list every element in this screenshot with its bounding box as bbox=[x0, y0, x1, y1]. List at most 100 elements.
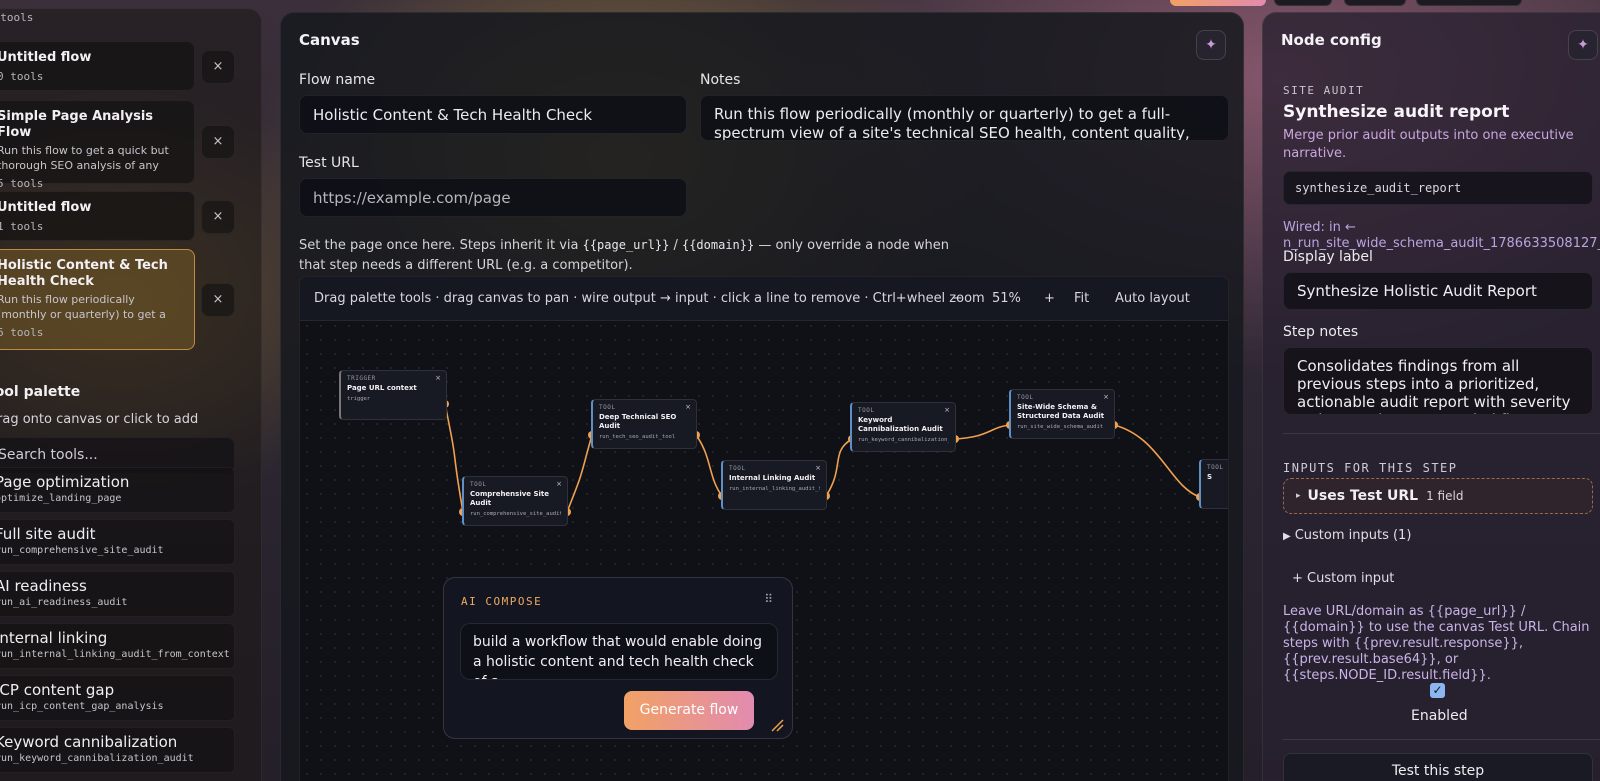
flow-node-trigger[interactable]: TRIGGER Page URL context trigger × bbox=[339, 370, 447, 420]
wire bbox=[825, 438, 853, 497]
flow-item[interactable]: Untitled flow 1 tools bbox=[0, 191, 195, 241]
flow-title: Simple Page Analysis Flow bbox=[0, 109, 154, 140]
node-title: Comprehensive Site Audit bbox=[470, 490, 550, 507]
wire bbox=[954, 424, 1011, 440]
node-title: Internal Linking Audit bbox=[729, 474, 816, 482]
flow-item-active[interactable]: Holistic Content & Tech Health Check Run… bbox=[0, 249, 195, 350]
palette-tool[interactable]: ICP content gap run_icp_content_gap_anal… bbox=[0, 675, 235, 721]
flow-node[interactable]: TOOL Deep Technical SEO Audit run_tech_s… bbox=[591, 399, 697, 449]
tool-key-field: synthesize_audit_report bbox=[1283, 171, 1593, 205]
step-notes-textarea[interactable]: Consolidates findings from all previous … bbox=[1283, 347, 1593, 415]
step-notes-label: Step notes bbox=[1283, 324, 1359, 340]
node-close-icon[interactable]: × bbox=[944, 406, 950, 414]
add-custom-input-button[interactable]: + Custom input bbox=[1292, 571, 1394, 586]
node-kind: TOOL bbox=[470, 481, 487, 488]
display-label-input[interactable]: Synthesize Holistic Audit Report bbox=[1283, 272, 1593, 310]
palette-tool-name: ICP content gap bbox=[0, 681, 115, 699]
test-step-button[interactable]: Test this step bbox=[1283, 753, 1593, 781]
node-id: run_keyword_cannibalization_au... bbox=[858, 437, 949, 443]
wire bbox=[695, 434, 723, 497]
display-label-label: Display label bbox=[1283, 249, 1373, 265]
flow-title: Untitled flow bbox=[0, 200, 92, 215]
wired-info: Wired: in ← n_run_site_wide_schema_audit… bbox=[1283, 220, 1600, 251]
sparkle-icon[interactable]: ✦ bbox=[1568, 30, 1598, 60]
drag-handle-icon[interactable]: ⠿ bbox=[764, 592, 773, 606]
node-config-title: Node config bbox=[1281, 31, 1382, 49]
variables-note: Leave URL/domain as {{page_url}} / {{dom… bbox=[1283, 604, 1590, 683]
flow-tool-count: 6 tools bbox=[0, 326, 44, 339]
palette-tool[interactable]: Keyword cannibalization run_keyword_cann… bbox=[0, 727, 235, 773]
node-title: Site-Wide Schema & Structured Data Audit bbox=[1017, 403, 1105, 420]
top-button-1[interactable] bbox=[1274, 0, 1332, 6]
flow-name-input[interactable]: Holistic Content & Tech Health Check bbox=[299, 95, 687, 134]
test-url-label: Test URL bbox=[299, 155, 359, 171]
canvas-title: Canvas bbox=[299, 31, 360, 49]
palette-tool-key: run_internal_linking_audit_from_context bbox=[0, 649, 230, 660]
page-url-token: {{page_url}} bbox=[582, 238, 670, 252]
flow-node[interactable]: TOOL Site-Wide Schema & Structured Data … bbox=[1009, 389, 1115, 439]
flow-description: Run this flow periodically (monthly or q… bbox=[0, 293, 166, 321]
flow-node[interactable]: TOOL Comprehensive Site Audit run_compre… bbox=[462, 476, 568, 526]
remove-flow-button[interactable]: × bbox=[201, 283, 235, 317]
flow-tool-count: 1 tools bbox=[0, 11, 34, 24]
flow-name-label: Flow name bbox=[299, 72, 376, 88]
notes-label: Notes bbox=[700, 72, 741, 88]
flow-node[interactable]: TOOL Keyword Cannibalization Audit run_k… bbox=[850, 402, 956, 452]
node-close-icon[interactable]: × bbox=[435, 374, 441, 382]
flow-node[interactable]: TOOL Internal Linking Audit run_internal… bbox=[721, 460, 827, 510]
node-title: Page URL context bbox=[347, 384, 417, 392]
top-button-2[interactable] bbox=[1344, 0, 1406, 6]
palette-tool[interactable]: Page optimization optimize_landing_page bbox=[0, 467, 235, 513]
flow-node[interactable]: TOOL S bbox=[1199, 459, 1228, 509]
notes-textarea[interactable]: Run this flow periodically (monthly or q… bbox=[700, 95, 1229, 141]
top-accent-button[interactable] bbox=[1170, 0, 1266, 6]
node-close-icon[interactable]: × bbox=[685, 403, 691, 411]
flow-graph-canvas[interactable]: Drag palette tools · drag canvas to pan … bbox=[299, 276, 1229, 781]
enabled-label: Enabled bbox=[1411, 708, 1468, 724]
flow-item[interactable]: Simple Page Analysis Flow Run this flow … bbox=[0, 100, 195, 190]
flow-description: Run this flow to get a quick but thoroug… bbox=[0, 144, 169, 172]
remove-flow-button[interactable]: × bbox=[201, 50, 235, 84]
node-close-icon[interactable]: × bbox=[556, 480, 562, 488]
flow-item[interactable]: Untitled flow 0 tools bbox=[0, 41, 195, 91]
palette-tool[interactable]: Internal linking run_internal_linking_au… bbox=[0, 623, 235, 669]
generate-flow-button[interactable]: Generate flow bbox=[624, 691, 754, 730]
remove-flow-button[interactable]: × bbox=[201, 125, 235, 159]
enabled-checkbox[interactable]: ✓ bbox=[1430, 683, 1445, 698]
palette-tool[interactable]: AI readiness run_ai_readiness_audit bbox=[0, 571, 235, 617]
node-kind: TRIGGER bbox=[347, 375, 376, 382]
custom-inputs-toggle[interactable]: ▶ Custom inputs (1) bbox=[1283, 528, 1411, 543]
node-id: run_comprehensive_site_audit bbox=[470, 511, 561, 517]
palette-tool-key: run_ai_readiness_audit bbox=[0, 597, 128, 608]
helper-text: Set the page once here. Steps inherit it… bbox=[299, 238, 583, 253]
ai-compose-panel: AI COMPOSE ⠿ build a workflow that would… bbox=[443, 577, 793, 739]
uses-test-url-label: Uses Test URL bbox=[1307, 488, 1419, 504]
node-kind: TOOL bbox=[599, 404, 616, 411]
sparkle-icon[interactable]: ✦ bbox=[1196, 30, 1226, 60]
tool-palette-title: Tool palette bbox=[0, 384, 81, 400]
caret-right-icon: ▶ bbox=[1283, 531, 1291, 542]
node-close-icon[interactable]: × bbox=[1103, 393, 1109, 401]
uses-test-url-toggle[interactable]: ▸ Uses Test URL 1 field bbox=[1283, 478, 1593, 514]
node-title: S bbox=[1207, 473, 1213, 481]
compose-prompt-textarea[interactable]: build a workflow that would enable doing… bbox=[460, 623, 778, 680]
test-url-input[interactable]: https://example.com/page bbox=[299, 178, 687, 217]
divider bbox=[1283, 739, 1600, 740]
node-close-icon[interactable]: × bbox=[815, 464, 821, 472]
remove-flow-button[interactable]: × bbox=[201, 200, 235, 234]
ai-compose-title: AI COMPOSE bbox=[461, 595, 543, 608]
node-id: run_internal_linking_audit_fro... bbox=[729, 486, 820, 492]
resize-icon[interactable] bbox=[770, 718, 784, 732]
palette-tool-name: Full site audit bbox=[0, 525, 96, 543]
flow-title: Untitled flow bbox=[0, 50, 92, 65]
node-kind: TOOL bbox=[858, 407, 875, 414]
top-button-3[interactable] bbox=[1416, 0, 1522, 6]
palette-tool-key: optimize_landing_page bbox=[0, 493, 122, 504]
node-description: Merge prior audit outputs into one execu… bbox=[1283, 128, 1574, 161]
custom-inputs-label: Custom inputs (1) bbox=[1294, 528, 1412, 543]
palette-tool-name: AI readiness bbox=[0, 577, 87, 595]
node-id: run_tech_seo_audit_tool bbox=[599, 434, 676, 440]
palette-tool[interactable]: Full site audit run_comprehensive_site_a… bbox=[0, 519, 235, 565]
node-title: Deep Technical SEO Audit bbox=[599, 413, 677, 430]
node-config-panel: Node config ✦ SITE AUDIT Synthesize audi… bbox=[1262, 12, 1600, 781]
